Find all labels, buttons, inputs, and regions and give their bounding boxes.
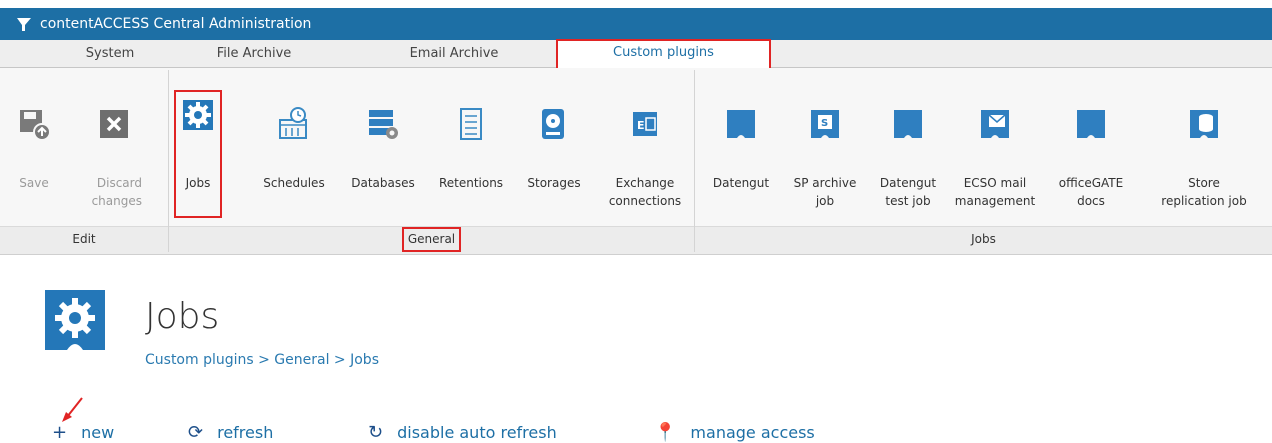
exchange-connections-button[interactable]: E Exchange connections	[600, 70, 690, 220]
group-label-edit: Edit	[72, 232, 96, 246]
group-separator	[168, 70, 169, 252]
group-separator	[694, 70, 695, 252]
calendar-clock-icon	[279, 107, 307, 139]
refresh-label: refresh	[217, 423, 274, 442]
save-icon	[20, 110, 51, 141]
databases-label: Databases	[351, 176, 415, 190]
disable-auto-refresh-action[interactable]: ↻ disable auto refresh	[368, 422, 557, 443]
new-action[interactable]: + new	[52, 422, 114, 443]
jobs-button[interactable]: Jobs	[174, 90, 222, 218]
gear-puzzle-icon	[183, 100, 213, 130]
ecso-mail-management-button[interactable]: ECSO mail management	[948, 70, 1042, 220]
refresh-action[interactable]: ⟳ refresh	[188, 422, 273, 443]
discard-label: Discard changes	[91, 176, 142, 208]
retentions-button[interactable]: Retentions	[428, 70, 514, 220]
refresh-icon: ⟳	[188, 422, 204, 443]
sp-archive-job-button[interactable]: S SP archive job	[784, 70, 866, 220]
puzzle-icon	[1077, 110, 1105, 138]
officegate-label: officeGATE docs	[1058, 176, 1124, 208]
puzzle-icon	[727, 110, 755, 138]
officegate-docs-button[interactable]: officeGATE docs	[1046, 70, 1136, 220]
group-label-general-text: General	[401, 227, 462, 252]
datengut-button[interactable]: Datengut	[702, 70, 780, 220]
storages-label: Storages	[527, 176, 581, 190]
schedules-button[interactable]: Schedules	[254, 70, 334, 220]
tab-system[interactable]: System	[60, 40, 160, 67]
title-bar: contentACCESS Central Administration	[0, 8, 1272, 40]
manage-access-action[interactable]: 📍 manage access	[654, 422, 815, 443]
database-puzzle-icon	[1190, 110, 1218, 138]
breadcrumb[interactable]: Custom plugins > General > Jobs	[145, 352, 379, 368]
new-label: new	[81, 423, 115, 442]
database-gear-icon	[369, 110, 398, 139]
exchange-label: Exchange connections	[608, 176, 682, 208]
page-title: Jobs	[145, 296, 220, 337]
manage-access-label: manage access	[690, 423, 815, 442]
jobs-label: Jobs	[185, 176, 211, 190]
pin-icon: 📍	[654, 422, 677, 443]
sharepoint-puzzle-icon: S	[811, 110, 839, 138]
group-label-general: General	[169, 226, 694, 253]
store-replication-label: Store replication job	[1161, 176, 1247, 208]
tab-file-archive[interactable]: File Archive	[194, 40, 314, 67]
svg-text:E: E	[637, 119, 645, 132]
storages-button[interactable]: Storages	[518, 70, 590, 220]
save-label: Save	[19, 176, 49, 190]
mail-puzzle-icon	[981, 110, 1009, 138]
datengut-label: Datengut	[712, 176, 770, 190]
exchange-icon: E	[633, 112, 657, 136]
datengut-test-job-button[interactable]: Datengut test job	[870, 70, 946, 220]
ribbon: Save Discard changes Edit Jobs Schedules	[0, 68, 1272, 255]
group-label-jobs: Jobs	[971, 232, 996, 246]
databases-button[interactable]: Databases	[340, 70, 426, 220]
schedules-label: Schedules	[263, 176, 325, 190]
annotation-arrow-icon	[62, 397, 83, 422]
plus-icon: +	[52, 422, 68, 443]
datengut-test-label: Datengut test job	[879, 176, 937, 208]
sp-archive-label: SP archive job	[793, 176, 857, 208]
store-replication-job-button[interactable]: Store replication job	[1146, 70, 1262, 220]
save-button[interactable]: Save	[14, 70, 54, 220]
app-title: contentACCESS Central Administration	[40, 16, 312, 32]
hard-drive-icon	[542, 109, 564, 139]
puzzle-icon	[894, 110, 922, 138]
document-list-icon	[460, 108, 482, 140]
tab-custom-plugins[interactable]: Custom plugins	[556, 39, 771, 70]
ribbon-tabs: System File Archive Email Archive Custom…	[0, 39, 1272, 70]
jobs-page-icon	[45, 290, 105, 350]
discard-icon	[100, 110, 128, 138]
retentions-label: Retentions	[438, 176, 504, 190]
rotate-icon: ↻	[368, 422, 384, 443]
app-logo-icon	[17, 18, 31, 31]
disable-auto-refresh-label: disable auto refresh	[397, 423, 557, 442]
tab-email-archive[interactable]: Email Archive	[384, 40, 524, 67]
svg-text:S: S	[821, 118, 828, 129]
discard-changes-button[interactable]: Discard changes	[70, 70, 142, 220]
ecso-label: ECSO mail management	[954, 176, 1036, 208]
